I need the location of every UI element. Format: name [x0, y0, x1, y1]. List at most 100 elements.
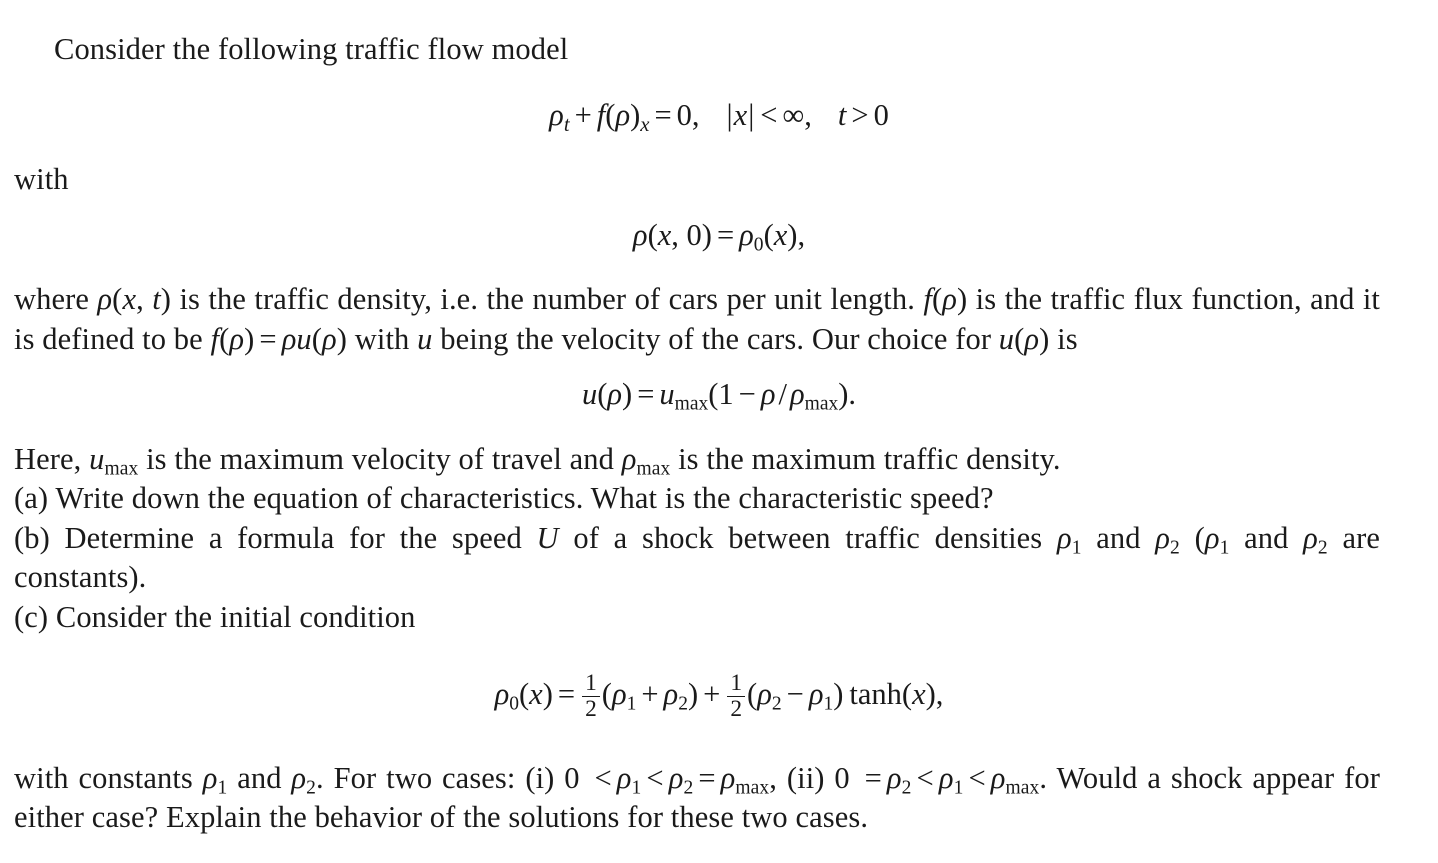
- fraction-one-half-first: 12: [582, 670, 600, 723]
- paren-open: (: [597, 377, 608, 411]
- paren-open-4: (: [901, 676, 913, 711]
- equation-initial-condition: ρ(x, 0) = ρ0(x),: [0, 217, 1438, 254]
- fraction-numerator: 1: [730, 670, 743, 696]
- pde-rho-arg: ρ: [615, 97, 631, 132]
- ic-paren-close-2: ): [787, 217, 798, 252]
- rho2b-base: ρ: [757, 676, 772, 711]
- pde-equals: =: [654, 97, 672, 132]
- part-c: (c) Consider the initial condition: [0, 598, 1438, 638]
- rho-subscript: 2: [901, 777, 912, 799]
- part-b-seg-2: of a shock between traffic densities: [558, 520, 1057, 555]
- document-page: Consider the following traffic flow mode…: [0, 0, 1438, 863]
- rhomax-base: ρ: [621, 441, 637, 476]
- where-seg-5: being the velocity of the cars. Our choi…: [432, 321, 999, 356]
- paren-close: ): [244, 321, 255, 356]
- rho-base: ρ: [1056, 520, 1072, 555]
- part-b: (b) Determine a formula for the speed U …: [0, 519, 1438, 598]
- inline-f-of-rho: f(ρ): [923, 282, 967, 316]
- inline-flux-definition: f(ρ) = ρu(ρ): [211, 322, 348, 356]
- rho-symbol: ρ: [97, 282, 113, 316]
- paren-close: ): [956, 282, 968, 316]
- inline-rho-2: ρ2: [1155, 521, 1180, 558]
- paren-open: (: [112, 282, 123, 316]
- fraction-denominator: 2: [727, 696, 746, 722]
- slash: /: [778, 377, 787, 411]
- pde-x: x: [733, 97, 748, 132]
- rho-subscript: 2: [306, 777, 317, 799]
- pde-less-than: <: [760, 97, 778, 132]
- case-ii-inequality: = ρ2 < ρ1 < ρmax: [860, 760, 1040, 799]
- paren-open: (: [311, 321, 323, 356]
- x-symbol: x: [529, 676, 543, 711]
- rho1-base: ρ: [611, 676, 627, 711]
- trailing-comma: ,: [935, 676, 944, 711]
- here-seg-3: is the maximum traffic density.: [670, 441, 1061, 476]
- ic-expression: ρ(x, 0) = ρ0(x),: [633, 217, 805, 254]
- pde-paren-close: ): [630, 97, 641, 132]
- rho-base: ρ: [938, 760, 954, 795]
- part-b-seg-4: (: [1179, 520, 1205, 555]
- inline-rho-1-b: ρ1: [1205, 521, 1230, 558]
- rho-base: ρ: [616, 760, 632, 795]
- paragraph-cases: with constants ρ1 and ρ2. For two cases:…: [0, 759, 1438, 838]
- rhomax-subscript: max: [735, 777, 770, 799]
- tanh-function: tanh: [849, 676, 902, 711]
- pde-zero-2: 0: [873, 97, 889, 132]
- less-than-1: <: [594, 760, 612, 795]
- one: 1: [718, 377, 734, 411]
- inline-rho-1: ρ1: [1056, 520, 1082, 558]
- shock-speed-U: U: [536, 520, 559, 555]
- cases-seg-1: with constants: [14, 760, 203, 795]
- umax-base: u: [89, 441, 105, 476]
- part-a-text: (a) Write down the equation of character…: [14, 481, 994, 515]
- where-seg-2: is the traffic density, i.e. the number …: [171, 282, 924, 316]
- pde-comma-2: ,: [804, 97, 812, 132]
- u-symbol: u: [998, 321, 1015, 356]
- rho-base: ρ: [886, 760, 902, 795]
- cases-seg-2: and: [227, 760, 292, 795]
- rho-subscript: 2: [1170, 536, 1180, 558]
- fraction-numerator: 1: [585, 670, 597, 696]
- pde-plus: +: [574, 97, 592, 132]
- infinity-symbol: ∞: [782, 97, 805, 132]
- rho-symbol: ρ: [607, 377, 623, 411]
- rho-subscript: 1: [217, 777, 228, 799]
- velocity-expression: u(ρ) = umax(1− ρ/ρmax).: [582, 377, 857, 415]
- umax-subscript: max: [674, 393, 709, 415]
- rhomax-base: ρ: [790, 377, 805, 411]
- equals: =: [259, 321, 277, 356]
- paren-close: ): [622, 377, 633, 411]
- equals: =: [557, 676, 576, 711]
- rho-symbol: ρ: [942, 282, 957, 316]
- minus: −: [786, 676, 804, 711]
- rho-subscript: 1: [631, 777, 642, 799]
- inline-rho-2: ρ2: [291, 761, 317, 799]
- rho-subscript: 2: [1317, 536, 1328, 558]
- rho0-subscript: 0: [509, 693, 519, 715]
- ic-paren-open-2: (: [763, 217, 774, 252]
- paren-close: ): [1039, 321, 1050, 356]
- f-symbol: f: [210, 321, 220, 356]
- equation-velocity: u(ρ) = umax(1− ρ/ρmax).: [0, 377, 1438, 415]
- rho2-base: ρ: [663, 676, 679, 711]
- part-a: (a) Write down the equation of character…: [0, 479, 1438, 519]
- ic-paren-close: ): [701, 217, 712, 252]
- paren-close-2: ): [838, 377, 849, 411]
- cases-seg-3: . For two cases: (i) 0: [316, 760, 590, 795]
- t-symbol: t: [152, 282, 161, 316]
- plus: +: [641, 676, 659, 711]
- paragraph-where: where ρ(x, t) is the traffic density, i.…: [0, 280, 1438, 359]
- pde-abs-open: |: [726, 97, 733, 132]
- less-than-2: <: [646, 760, 664, 795]
- umax-base: u: [659, 377, 675, 411]
- inline-rho-of-x-t: ρ(x, t): [97, 282, 171, 316]
- paren-open: (: [518, 676, 530, 711]
- period: .: [848, 377, 857, 411]
- equals: =: [637, 377, 655, 411]
- pde-zero: 0: [676, 97, 692, 132]
